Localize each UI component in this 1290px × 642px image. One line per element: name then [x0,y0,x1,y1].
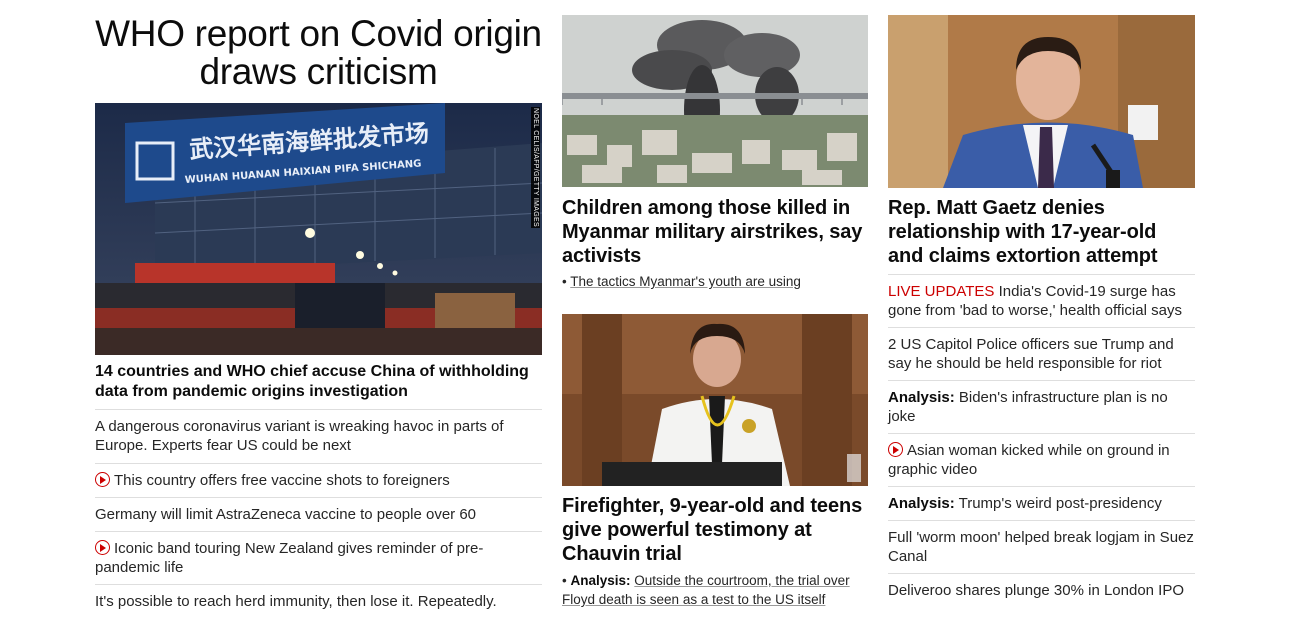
matt-gaetz-image[interactable] [888,15,1195,188]
bullet: • [562,274,567,289]
sublink-text: The tactics Myanmar's youth are using [570,274,801,289]
list-item[interactable]: Analysis: Trump's weird post-presidency [888,487,1195,521]
list-item[interactable]: Germany will limit AstraZeneca vaccine t… [95,498,542,532]
chauvin-trial-headline[interactable]: Firefighter, 9-year-old and teens give p… [562,494,868,566]
left-story-list: A dangerous coronavirus variant is wreak… [95,410,542,618]
lead-title[interactable]: WHO report on Covid origin draws critici… [95,0,542,103]
list-item-text: Deliveroo shares plunge 30% in London IP… [888,582,1185,599]
right-story-list: LIVE UPDATES India's Covid-19 surge has … [888,275,1195,607]
video-play-icon [95,472,110,487]
video-play-icon [95,540,110,555]
video-play-icon [888,442,903,457]
middle-column: Children among those killed in Myanmar m… [562,0,868,609]
right-column: Rep. Matt Gaetz denies relationship with… [888,0,1195,607]
bullet: • [562,573,567,588]
list-item[interactable]: 2 US Capitol Police officers sue Trump a… [888,328,1195,381]
myanmar-headline[interactable]: Children among those killed in Myanmar m… [562,196,868,268]
list-item-text: Asian woman kicked while on ground in gr… [888,442,1170,478]
chauvin-sublink[interactable]: • Analysis: Outside the courtroom, the t… [562,571,868,609]
firefighter-testimony-image[interactable] [562,314,868,486]
list-item-text: It's possible to reach herd immunity, th… [95,593,497,610]
myanmar-sublink[interactable]: • The tactics Myanmar's youth are using [562,272,868,291]
list-item[interactable]: Analysis: Biden's infrastructure plan is… [888,381,1195,434]
list-item[interactable]: This country offers free vaccine shots t… [95,464,542,498]
analysis-label: Analysis: [888,495,955,512]
lead-headline[interactable]: 14 countries and WHO chief accuse China … [95,355,542,410]
analysis-label: Analysis: [570,573,631,588]
list-item[interactable]: Asian woman kicked while on ground in gr… [888,434,1195,487]
list-item-text: Iconic band touring New Zealand gives re… [95,540,484,576]
list-item[interactable]: Full 'worm moon' helped break logjam in … [888,521,1195,574]
myanmar-smoke-image[interactable] [562,15,868,187]
list-item-text: This country offers free vaccine shots t… [114,472,450,489]
left-column: WHO report on Covid origin draws critici… [95,0,542,618]
gaetz-headline[interactable]: Rep. Matt Gaetz denies relationship with… [888,196,1195,275]
list-item[interactable]: Iconic band touring New Zealand gives re… [95,532,542,585]
analysis-label: Analysis: [888,389,955,406]
wuhan-market-image[interactable]: 武汉华南海鲜批发市场 WUHAN HUANAN HAIXIAN PIFA SHI… [95,103,542,355]
photo-credit: NOEL CELIS/AFP/GETTY IMAGES [531,107,540,228]
list-item-text: Germany will limit AstraZeneca vaccine t… [95,506,477,523]
list-item-text: Trump's weird post-presidency [958,495,1162,512]
list-item[interactable]: It's possible to reach herd immunity, th… [95,585,542,618]
list-item[interactable]: LIVE UPDATES India's Covid-19 surge has … [888,275,1195,328]
list-item[interactable]: A dangerous coronavirus variant is wreak… [95,410,542,464]
list-item-text: A dangerous coronavirus variant is wreak… [95,418,504,454]
live-updates-label: LIVE UPDATES [888,283,995,300]
list-item-text: Full 'worm moon' helped break logjam in … [888,529,1194,565]
list-item[interactable]: Deliveroo shares plunge 30% in London IP… [888,574,1195,607]
list-item-text: 2 US Capitol Police officers sue Trump a… [888,336,1174,372]
